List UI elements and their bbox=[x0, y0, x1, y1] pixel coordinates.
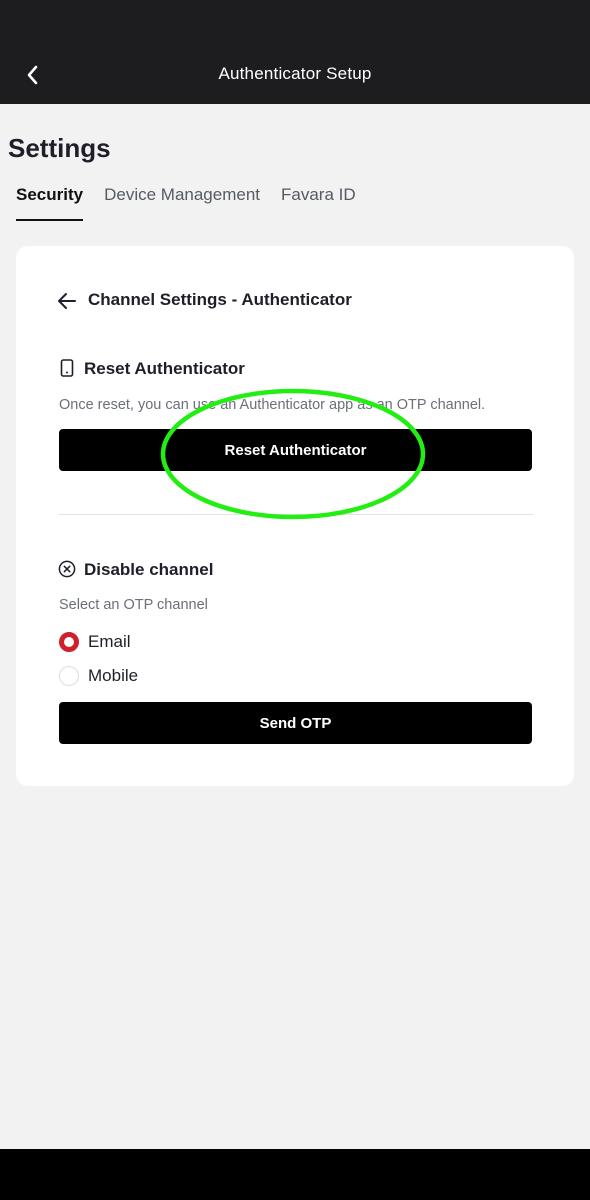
circle-x-icon bbox=[58, 560, 76, 578]
app-header: Authenticator Setup bbox=[0, 0, 590, 104]
reset-section-title: Reset Authenticator bbox=[84, 359, 245, 378]
tab-security[interactable]: Security bbox=[16, 185, 84, 221]
mobile-radio[interactable] bbox=[59, 666, 79, 686]
page-title: Settings bbox=[8, 133, 111, 163]
reset-description: Once reset, you can use an Authenticator… bbox=[59, 397, 486, 413]
otp-channel-helper: Select an OTP channel bbox=[59, 597, 208, 613]
phone-icon bbox=[58, 359, 76, 377]
radio-option-mobile[interactable]: Mobile bbox=[59, 665, 138, 687]
tab-favara-id[interactable]: Favara ID bbox=[281, 185, 356, 221]
section-divider bbox=[59, 514, 533, 515]
card-title: Channel Settings - Authenticator bbox=[88, 290, 352, 309]
mobile-radio-label: Mobile bbox=[88, 666, 139, 685]
header-title: Authenticator Setup bbox=[218, 64, 372, 83]
card-back-button[interactable] bbox=[56, 290, 78, 312]
send-otp-button[interactable]: Send OTP bbox=[59, 702, 532, 744]
system-navigation-bar bbox=[0, 1149, 590, 1200]
email-radio[interactable] bbox=[59, 632, 79, 652]
radio-option-email[interactable]: Email bbox=[59, 631, 131, 653]
disable-section-title: Disable channel bbox=[84, 560, 214, 579]
arrow-left-icon bbox=[58, 293, 76, 309]
email-radio-label: Email bbox=[88, 632, 131, 651]
tab-device-management[interactable]: Device Management bbox=[104, 185, 260, 221]
reset-authenticator-button[interactable]: Reset Authenticator bbox=[59, 429, 532, 471]
settings-tabs: Security Device Management Favara ID bbox=[16, 185, 377, 221]
channel-settings-card: Channel Settings - Authenticator Reset A… bbox=[16, 246, 574, 786]
